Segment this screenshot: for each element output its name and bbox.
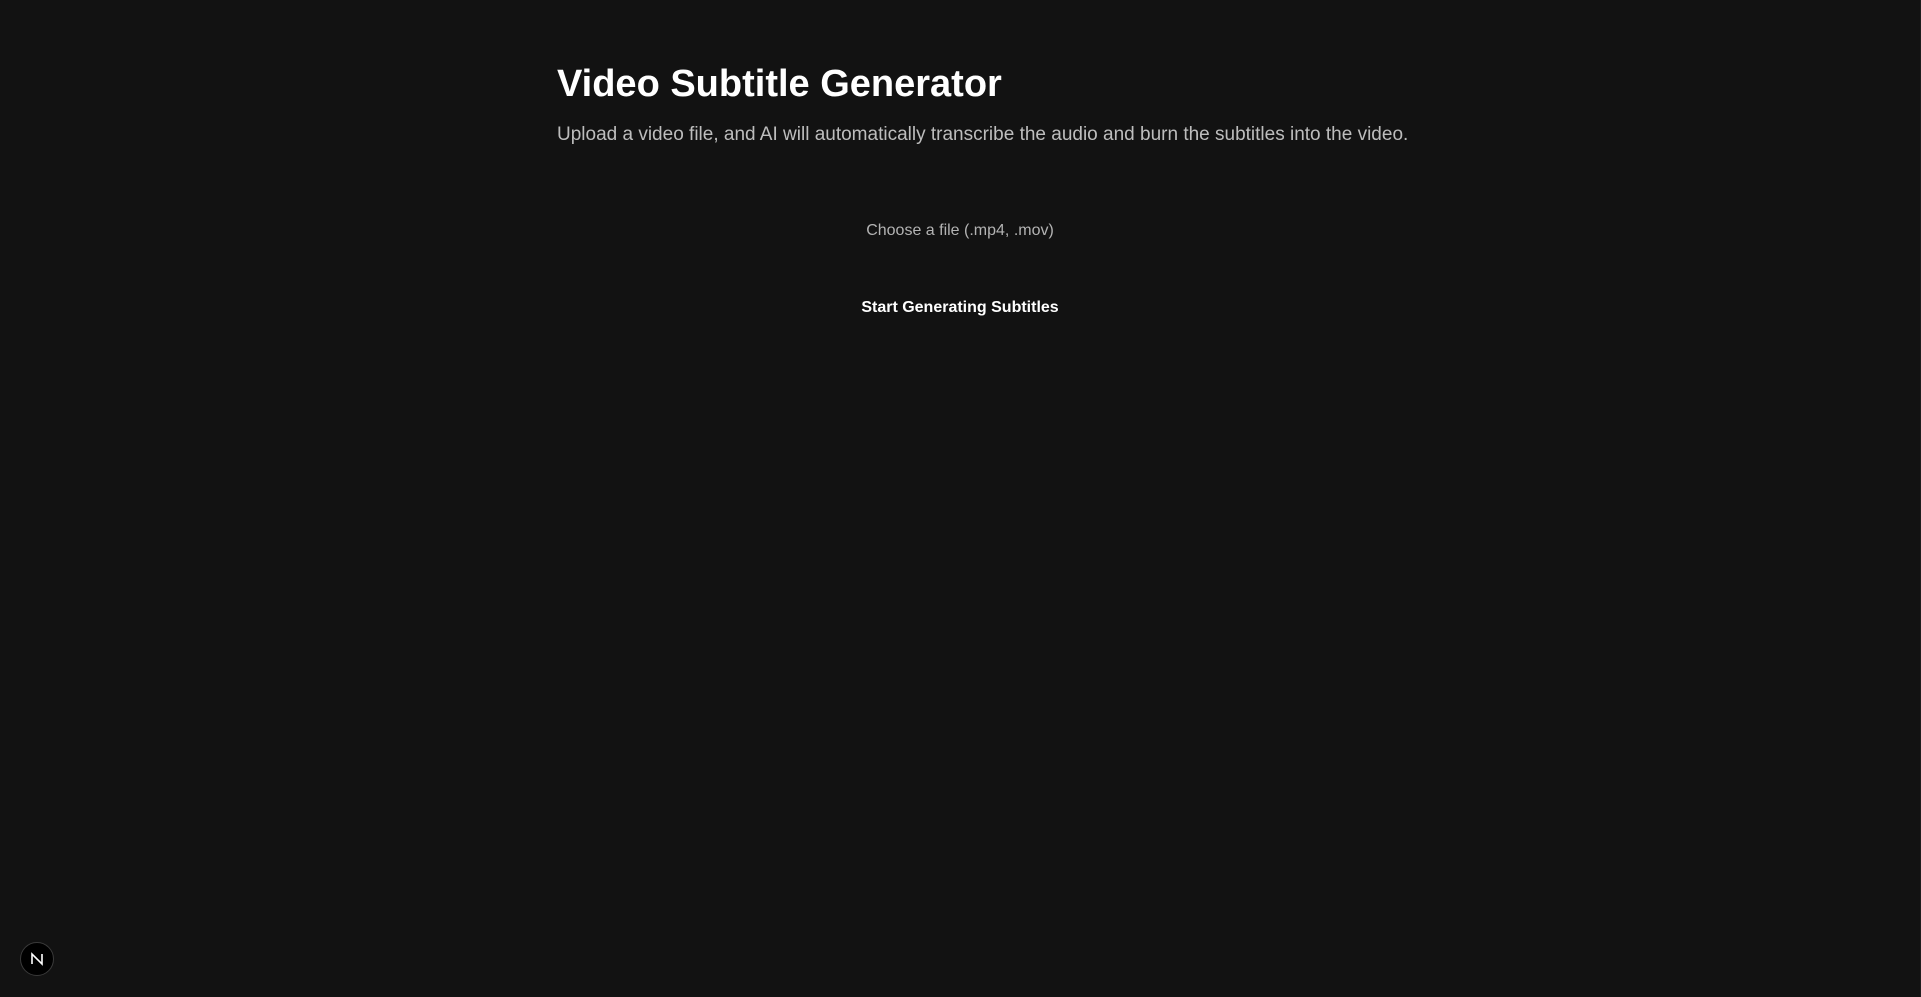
page-title: Video Subtitle Generator	[557, 63, 1002, 105]
file-picker[interactable]: Choose a file (.mp4, .mov)	[557, 218, 1363, 244]
file-picker-label: Choose a file (.mp4, .mov)	[866, 222, 1054, 239]
page-subtitle: Upload a video file, and AI will automat…	[557, 124, 1409, 145]
start-generating-subtitles-button[interactable]: Start Generating Subtitles	[557, 294, 1363, 322]
nextjs-dev-indicator-button[interactable]	[20, 942, 54, 976]
nextjs-logo-icon	[29, 951, 45, 967]
